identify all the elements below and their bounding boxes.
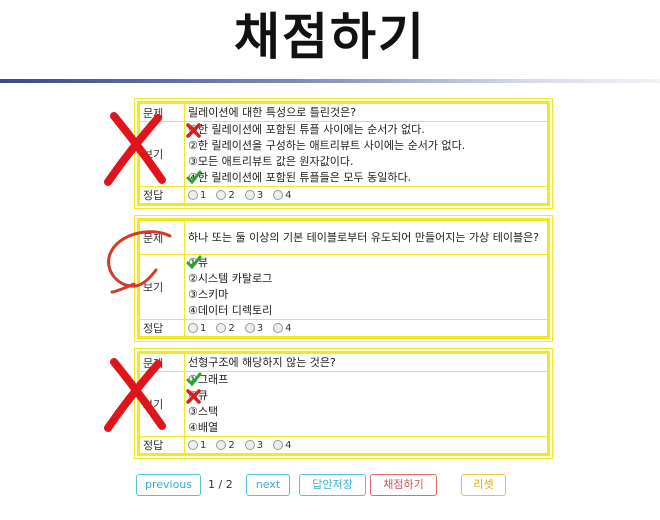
answer-radio-group: 1 2 3 4 xyxy=(188,321,544,335)
answer-radio-3[interactable]: 3 xyxy=(244,189,263,201)
incorrect-x-icon xyxy=(104,358,166,432)
answer-radio-3[interactable]: 3 xyxy=(244,322,263,334)
answer-radio-1[interactable]: 1 xyxy=(188,189,206,201)
x-mark-icon xyxy=(186,389,201,404)
question-text: 선형구조에 해당하지 않는 것은? xyxy=(184,353,548,372)
x-mark-icon xyxy=(186,123,201,138)
check-mark-icon xyxy=(186,170,202,184)
reset-button[interactable]: 리셋 xyxy=(461,474,506,496)
previous-button[interactable]: previous xyxy=(136,474,201,496)
answer-radio-4[interactable]: 4 xyxy=(273,322,292,334)
page-indicator: 1 / 2 xyxy=(208,478,233,491)
option-1: ①한 릴레이션에 포함된 튜플 사이에는 순서가 없다. xyxy=(186,123,425,138)
next-button[interactable]: next xyxy=(246,474,290,496)
answer-radio-2[interactable]: 2 xyxy=(216,439,235,451)
answer-radio-2[interactable]: 2 xyxy=(216,322,235,334)
answer-label: 정답 xyxy=(139,319,185,337)
check-mark-icon xyxy=(186,372,202,386)
question-text: 하나 또는 둘 이상의 기본 테이블로부터 유도되어 만들어지는 가상 테이블은… xyxy=(184,220,548,255)
question-card-2: 문제 하나 또는 둘 이상의 기본 테이블로부터 유도되어 만들어지는 가상 테… xyxy=(137,218,550,339)
option-3: ③모든 애트리뷰트 값은 원자값이다. xyxy=(188,155,354,168)
option-2: ②한 릴레이션을 구성하는 애트리뷰트 사이에는 순서가 없다. xyxy=(188,139,466,152)
answer-radio-group: 1 2 3 4 xyxy=(188,188,544,202)
option-1: ①뷰 xyxy=(186,255,208,269)
option-1: ①그래프 xyxy=(186,372,229,386)
answer-radio-group: 1 2 3 4 xyxy=(188,438,544,452)
header-divider xyxy=(0,79,660,83)
save-answers-button[interactable]: 답안저장 xyxy=(299,474,366,496)
answer-label: 정답 xyxy=(139,436,185,454)
incorrect-x-icon xyxy=(104,112,166,186)
answer-radio-4[interactable]: 4 xyxy=(273,439,292,451)
answer-radio-4[interactable]: 4 xyxy=(273,189,292,201)
question-text: 릴레이션에 대한 특성으로 틀린것은? xyxy=(184,103,548,122)
grade-button[interactable]: 채점하기 xyxy=(370,474,437,496)
option-3: ③스키마 xyxy=(188,288,229,301)
option-4: ④한 릴레이션에 포함된 튜플들은 모두 동일하다. xyxy=(186,170,412,184)
option-4: ④데이터 디렉토리 xyxy=(188,304,273,317)
option-2: ②큐 xyxy=(186,389,208,404)
answer-radio-3[interactable]: 3 xyxy=(244,439,263,451)
question-card-3: 문제 선형구조에 해당하지 않는 것은? 보기 ①그래프 ②큐 ③스택 ④배열 … xyxy=(137,351,550,456)
option-2: ②시스템 카탈로그 xyxy=(188,272,273,285)
answer-radio-1[interactable]: 1 xyxy=(188,439,206,451)
answer-radio-1[interactable]: 1 xyxy=(188,322,206,334)
answer-radio-2[interactable]: 2 xyxy=(216,189,235,201)
answer-label: 정답 xyxy=(139,186,185,204)
correct-circle-icon xyxy=(107,230,172,294)
option-3: ③스택 xyxy=(188,405,219,418)
option-4: ④배열 xyxy=(188,421,219,434)
check-mark-icon xyxy=(186,255,202,269)
page-title: 채점하기 xyxy=(234,8,426,66)
question-card-1: 문제 릴레이션에 대한 특성으로 틀린것은? 보기 ①한 릴레이션에 포함된 튜… xyxy=(137,101,550,206)
